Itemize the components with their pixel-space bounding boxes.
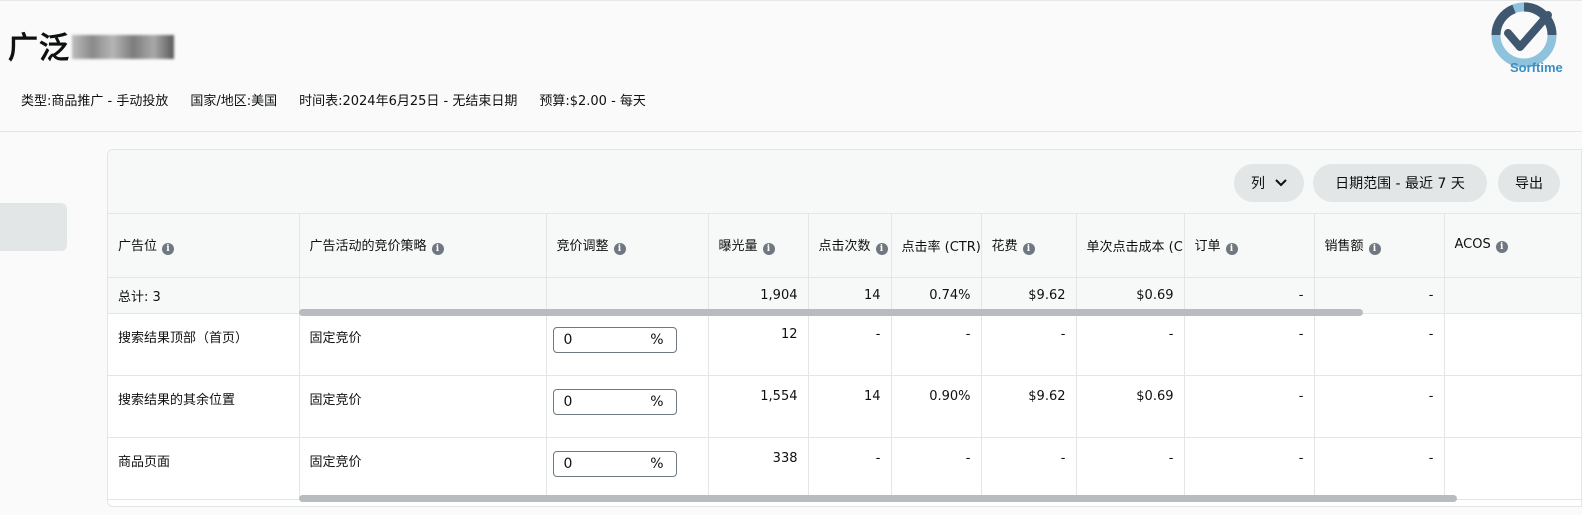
col-header-sales[interactable]: 销售额 i	[1314, 214, 1445, 278]
ctr-cell: -	[891, 437, 982, 500]
table-header-row: 广告位 i 广告活动的竞价策略 i 竞价调整 i 曝光量 i 点击次数 i 点击率 (CT…	[108, 214, 1581, 278]
info-icon[interactable]: i	[762, 243, 775, 256]
cpc-cell: -	[1076, 313, 1185, 376]
total-sales: -	[1314, 277, 1445, 314]
title-row: 广泛	[8, 23, 174, 67]
clicks-cell: 14	[808, 375, 892, 438]
orders-cell: -	[1184, 437, 1315, 500]
total-impressions: 1,904	[708, 277, 809, 314]
sales-cell: -	[1314, 437, 1445, 500]
col-header-clicks[interactable]: 点击次数 i	[808, 214, 892, 278]
total-acos: -	[1444, 277, 1581, 314]
ctr-cell: -	[891, 313, 982, 376]
table-toolbar: 列 日期范围 - 最近 7 天 导出	[108, 150, 1581, 214]
info-icon[interactable]: i	[1022, 243, 1035, 256]
page-title: 广泛	[8, 31, 70, 66]
placement-cell: 搜索结果顶部（首页）	[108, 313, 300, 376]
total-cpc: $0.69	[1076, 277, 1185, 314]
chevron-down-icon	[1275, 179, 1287, 187]
info-icon[interactable]: i	[1225, 243, 1238, 256]
columns-label: 列	[1251, 176, 1265, 192]
placement-cell: 商品页面	[108, 437, 300, 500]
acos-cell: -	[1444, 375, 1581, 438]
export-button[interactable]: 导出	[1498, 164, 1560, 202]
clicks-cell: -	[808, 437, 892, 500]
logo-text: Sorftime	[1510, 60, 1563, 75]
impressions-cell: 338	[708, 437, 809, 500]
col-header-cpc[interactable]: 单次点击成本 (CPC)	[1076, 214, 1185, 278]
info-icon[interactable]: i	[162, 243, 175, 256]
percent-unit: %	[650, 331, 664, 348]
total-orders: -	[1184, 277, 1315, 314]
meta-type: 类型:商品推广 - 手动投放	[21, 94, 169, 109]
columns-button[interactable]: 列	[1234, 164, 1304, 202]
sales-cell: -	[1314, 313, 1445, 376]
total-row: 总计: 3 1,904 14 0.74% $9.62 $0.69 - - -	[108, 277, 1581, 314]
sidebar-item-selected[interactable]	[0, 203, 67, 251]
info-icon[interactable]: i	[875, 243, 888, 256]
placement-panel: 列 日期范围 - 最近 7 天 导出 广告位 i 广告活动的竞价策略 i 竞价调整 i…	[107, 149, 1582, 507]
orders-cell: -	[1184, 375, 1315, 438]
col-header-placement[interactable]: 广告位 i	[108, 214, 300, 278]
bid-value: 0	[563, 455, 573, 472]
col-header-impressions[interactable]: 曝光量 i	[708, 214, 809, 278]
total-label: 总计: 3	[108, 277, 300, 314]
bid-value: 0	[563, 331, 573, 348]
placement-table: 广告位 i 广告活动的竞价策略 i 竞价调整 i 曝光量 i 点击次数 i 点击率 (CT…	[108, 214, 1581, 500]
col-header-orders[interactable]: 订单 i	[1184, 214, 1315, 278]
acos-cell: -	[1444, 313, 1581, 376]
percent-unit: %	[650, 393, 664, 410]
orders-cell: -	[1184, 313, 1315, 376]
col-header-acos[interactable]: ACOS i	[1444, 214, 1581, 278]
bid-adjustment-input[interactable]: 0 %	[552, 450, 677, 477]
campaign-header: 广泛 类型:商品推广 - 手动投放 国家/地区:美国 时间表:2024年6月25…	[0, 0, 1582, 132]
info-icon[interactable]: i	[431, 243, 444, 256]
cpc-cell: -	[1076, 437, 1185, 500]
percent-unit: %	[650, 455, 664, 472]
meta-schedule: 时间表:2024年6月25日 - 无结束日期	[299, 94, 518, 109]
col-header-ctr[interactable]: 点击率 (CTR)	[891, 214, 982, 278]
placement-cell: 搜索结果的其余位置	[108, 375, 300, 438]
total-spend: $9.62	[981, 277, 1077, 314]
col-header-bid-strategy[interactable]: 广告活动的竞价策略 i	[299, 214, 547, 278]
strategy-cell: 固定竞价	[299, 313, 547, 376]
sales-cell: -	[1314, 375, 1445, 438]
total-clicks: 14	[808, 277, 892, 314]
info-icon[interactable]: i	[613, 243, 626, 256]
spend-cell: $9.62	[981, 375, 1077, 438]
meta-country: 国家/地区:美国	[190, 94, 278, 109]
redacted-title-suffix	[72, 35, 174, 59]
table-row: 搜索结果的其余位置 固定竞价 0 % 1,554 14 0.90% $9.62 …	[108, 375, 1581, 438]
impressions-cell: 12	[708, 313, 809, 376]
campaign-meta: 类型:商品推广 - 手动投放 国家/地区:美国 时间表:2024年6月25日 -…	[21, 90, 668, 109]
info-icon[interactable]: i	[1495, 241, 1508, 254]
acos-cell: -	[1444, 437, 1581, 500]
cpc-cell: $0.69	[1076, 375, 1185, 438]
clicks-cell: -	[808, 313, 892, 376]
total-ctr: 0.74%	[891, 277, 982, 314]
ctr-cell: 0.90%	[891, 375, 982, 438]
strategy-cell: 固定竞价	[299, 375, 547, 438]
horizontal-scrollbar-top[interactable]	[299, 309, 1363, 316]
date-range-button[interactable]: 日期范围 - 最近 7 天	[1313, 164, 1487, 202]
impressions-cell: 1,554	[708, 375, 809, 438]
info-icon[interactable]: i	[1368, 243, 1381, 256]
sorftime-logo[interactable]: Sorftime	[1480, 1, 1582, 75]
col-header-bid-adjustment[interactable]: 竞价调整 i	[546, 214, 709, 278]
bid-adjustment-input[interactable]: 0 %	[552, 326, 677, 353]
spend-cell: -	[981, 437, 1077, 500]
strategy-cell: 固定竞价	[299, 437, 547, 500]
bid-adjustment-input[interactable]: 0 %	[552, 388, 677, 415]
table-row: 商品页面 固定竞价 0 % 338 - - - - - - -	[108, 437, 1581, 500]
col-header-spend[interactable]: 花费 i	[981, 214, 1077, 278]
bid-value: 0	[563, 393, 573, 410]
spend-cell: -	[981, 313, 1077, 376]
table-row: 搜索结果顶部（首页） 固定竞价 0 % 12 - - - - - - -	[108, 313, 1581, 376]
horizontal-scrollbar-bottom[interactable]	[299, 495, 1457, 502]
meta-budget: 预算:$2.00 - 每天	[539, 94, 646, 109]
